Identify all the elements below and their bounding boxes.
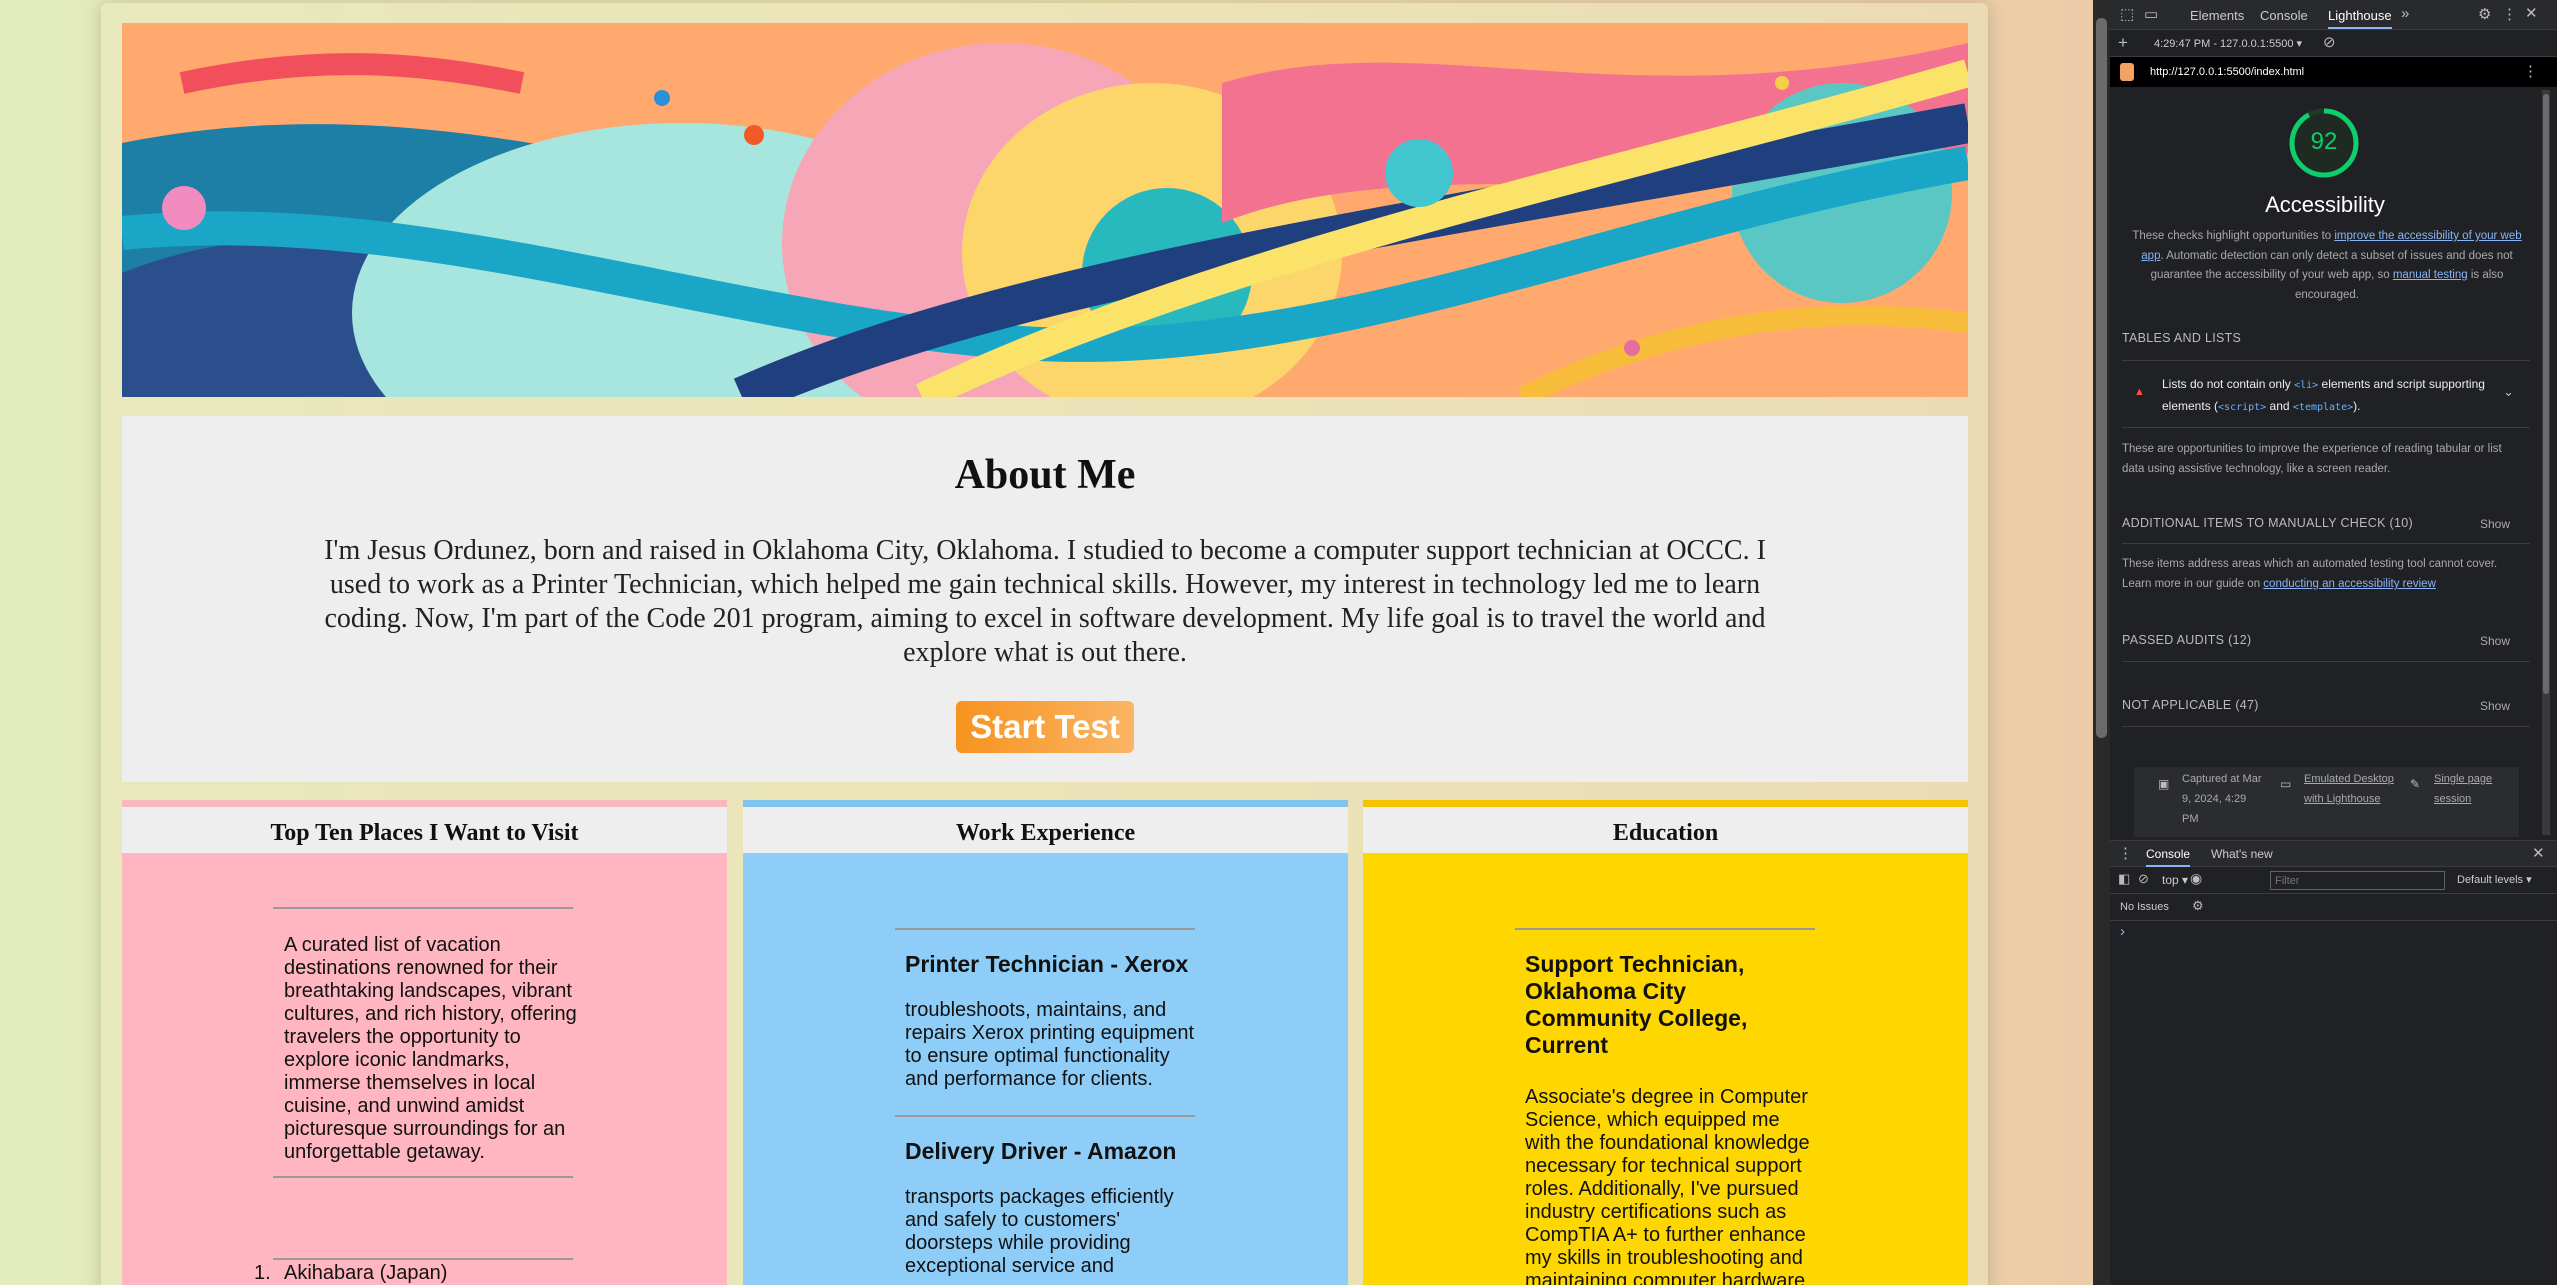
divider (2122, 726, 2530, 727)
more-tabs-icon[interactable]: » (2401, 5, 2409, 22)
fail-triangle-icon: ▲ (2134, 386, 2145, 398)
drawer-tab-console[interactable]: Console (2146, 847, 2191, 867)
job-description: transports packages efficiently and safe… (905, 1186, 1174, 1277)
audited-url: http://127.0.0.1:5500/index.html (2150, 66, 2305, 78)
divider (2122, 661, 2530, 662)
drawer-tabbar: ⋮ Console What's new ✕ (2110, 840, 2557, 867)
clear-icon[interactable]: ⊘ (2323, 33, 2336, 51)
section-passed-audits: PASSED AUDITS (12) (2122, 633, 2252, 647)
captured-at: Captured at Mar 9, 2024, 4:29 PM (2182, 773, 2262, 825)
work-card: Work Experience Printer Technician - Xer… (743, 800, 1348, 1285)
divider (273, 1176, 573, 1178)
close-icon[interactable]: ✕ (2525, 4, 2538, 22)
tab-elements[interactable]: Elements (2190, 8, 2244, 23)
url-bar: http://127.0.0.1:5500/index.html ⋮ (2110, 57, 2557, 87)
devtools-panel: ⬚ ▭ Elements Console Lighthouse » ⚙ ⋮ ✕ … (2110, 0, 2557, 1285)
page-scrollbar[interactable] (2093, 0, 2110, 1285)
list-item-number: 1. (254, 1262, 271, 1284)
divider (895, 928, 1195, 930)
divider (273, 1258, 573, 1260)
tab-lighthouse[interactable]: Lighthouse (2328, 8, 2392, 29)
category-title: Accessibility (2265, 192, 2385, 217)
session-type[interactable]: Single page session (2434, 769, 2514, 809)
job-title: Printer Technician - Xerox (905, 951, 1189, 977)
divider (273, 907, 573, 909)
close-drawer-icon[interactable]: ✕ (2532, 844, 2545, 862)
report-menu-icon[interactable]: ⋮ (2523, 62, 2538, 80)
devtools-toolbar: ⬚ ▭ Elements Console Lighthouse » ⚙ ⋮ ✕ (2110, 0, 2557, 30)
runtime-settings: ▣ Captured at Mar 9, 2024, 4:29 PM ▭ Emu… (2134, 767, 2519, 837)
webpage-viewport: About Me I'm Jesus Ordunez, born and rai… (0, 0, 2093, 1285)
section-not-applicable: NOT APPLICABLE (47) (2122, 698, 2259, 712)
add-report-icon[interactable]: + (2118, 33, 2128, 53)
places-card: Top Ten Places I Want to Visit A curated… (122, 800, 727, 1285)
divider (2122, 427, 2530, 428)
console-settings-icon[interactable]: ⚙ (2192, 898, 2204, 914)
desktop-icon: ▭ (2280, 777, 2292, 791)
lighthouse-report: 92 Accessibility These checks highlight … (2110, 87, 2540, 837)
console-prompt[interactable]: › (2120, 923, 2125, 940)
education-card-title: Education (1363, 807, 1968, 853)
start-test-button[interactable]: Start Test (956, 701, 1134, 753)
log-levels-dropdown[interactable]: Default levels ▾ (2457, 873, 2532, 886)
category-description: These checks highlight opportunities to … (2132, 230, 2522, 301)
device-toolbar-icon[interactable]: ▭ (2144, 5, 2158, 23)
banner-image (122, 23, 1968, 397)
scrollbar-thumb[interactable] (2096, 18, 2107, 738)
drawer-tab-whats-new[interactable]: What's new (2211, 847, 2273, 861)
divider (895, 1115, 1195, 1117)
divider (2122, 360, 2530, 361)
manual-testing-link[interactable]: manual testing (2393, 269, 2468, 281)
eye-icon[interactable]: ◉ (2190, 870, 2202, 887)
job-title: Delivery Driver - Amazon (905, 1138, 1177, 1164)
divider (2122, 543, 2530, 544)
places-description: A curated list of vacation destinations … (284, 934, 577, 1163)
school-description: Associate's degree in Computer Science, … (1525, 1086, 1810, 1285)
section-manual-check: ADDITIONAL ITEMS TO MANUALLY CHECK (10) (2122, 516, 2413, 530)
places-card-title: Top Ten Places I Want to Visit (122, 807, 727, 853)
show-not-applicable-button[interactable]: Show (2480, 699, 2510, 713)
issues-count[interactable]: No Issues (2120, 901, 2169, 913)
divider (1515, 928, 1815, 930)
clear-console-icon[interactable]: ⊘ (2138, 871, 2149, 887)
score-value: 92 (2310, 128, 2338, 155)
lighthouse-toolbar: + 4:29:47 PM - 127.0.0.1:5500 ▾ ⊘ (2110, 30, 2557, 57)
about-section: About Me I'm Jesus Ordunez, born and rai… (122, 416, 1968, 782)
manual-note: These items address areas which an autom… (2122, 558, 2498, 590)
report-selector[interactable]: 4:29:47 PM - 127.0.0.1:5500 ▾ (2154, 37, 2302, 50)
emulated-device[interactable]: Emulated Desktop with Lighthouse (2304, 769, 2394, 809)
drawer-menu-icon[interactable]: ⋮ (2118, 844, 2133, 862)
education-card: Education Support Technician, Oklahoma C… (1363, 800, 1968, 1285)
failed-audit-lists[interactable]: Lists do not contain only <li> elements … (2162, 374, 2492, 418)
console-toolbar: ◧ ⊘ top ▾ ◉ Default levels ▾ (2110, 867, 2557, 894)
devtools-scrollbar[interactable] (2542, 90, 2550, 835)
menu-icon[interactable]: ⋮ (2502, 5, 2517, 23)
chevron-down-icon[interactable]: ⌄ (2503, 384, 2514, 400)
context-selector[interactable]: top ▾ (2162, 873, 2188, 887)
accessibility-review-link[interactable]: conducting an accessibility review (2263, 578, 2436, 590)
lighthouse-logo-icon (2120, 63, 2134, 81)
tables-note: These are opportunities to improve the e… (2122, 443, 2502, 475)
school-title: Support Technician, Oklahoma City Commun… (1525, 951, 1748, 1058)
list-item: Akihabara (Japan) (284, 1262, 448, 1284)
show-passed-button[interactable]: Show (2480, 634, 2510, 648)
settings-icon[interactable]: ⚙ (2478, 5, 2491, 23)
inspect-icon[interactable]: ⬚ (2120, 5, 2134, 23)
calendar-icon: ▣ (2158, 777, 2170, 791)
section-tables-and-lists: TABLES AND LISTS (2122, 331, 2242, 345)
show-manual-button[interactable]: Show (2480, 517, 2510, 531)
job-description: troubleshoots, maintains, and repairs Xe… (905, 999, 1195, 1090)
sidebar-toggle-icon[interactable]: ◧ (2118, 871, 2130, 887)
about-text: I'm Jesus Ordunez, born and raised in Ok… (324, 535, 1766, 668)
tab-console[interactable]: Console (2260, 8, 2308, 23)
work-card-title: Work Experience (743, 807, 1348, 853)
issues-bar: No Issues ⚙ (2110, 894, 2557, 921)
console-filter-input[interactable] (2270, 871, 2445, 890)
session-icon: ✎ (2410, 777, 2421, 791)
about-title: About Me (954, 452, 1136, 498)
